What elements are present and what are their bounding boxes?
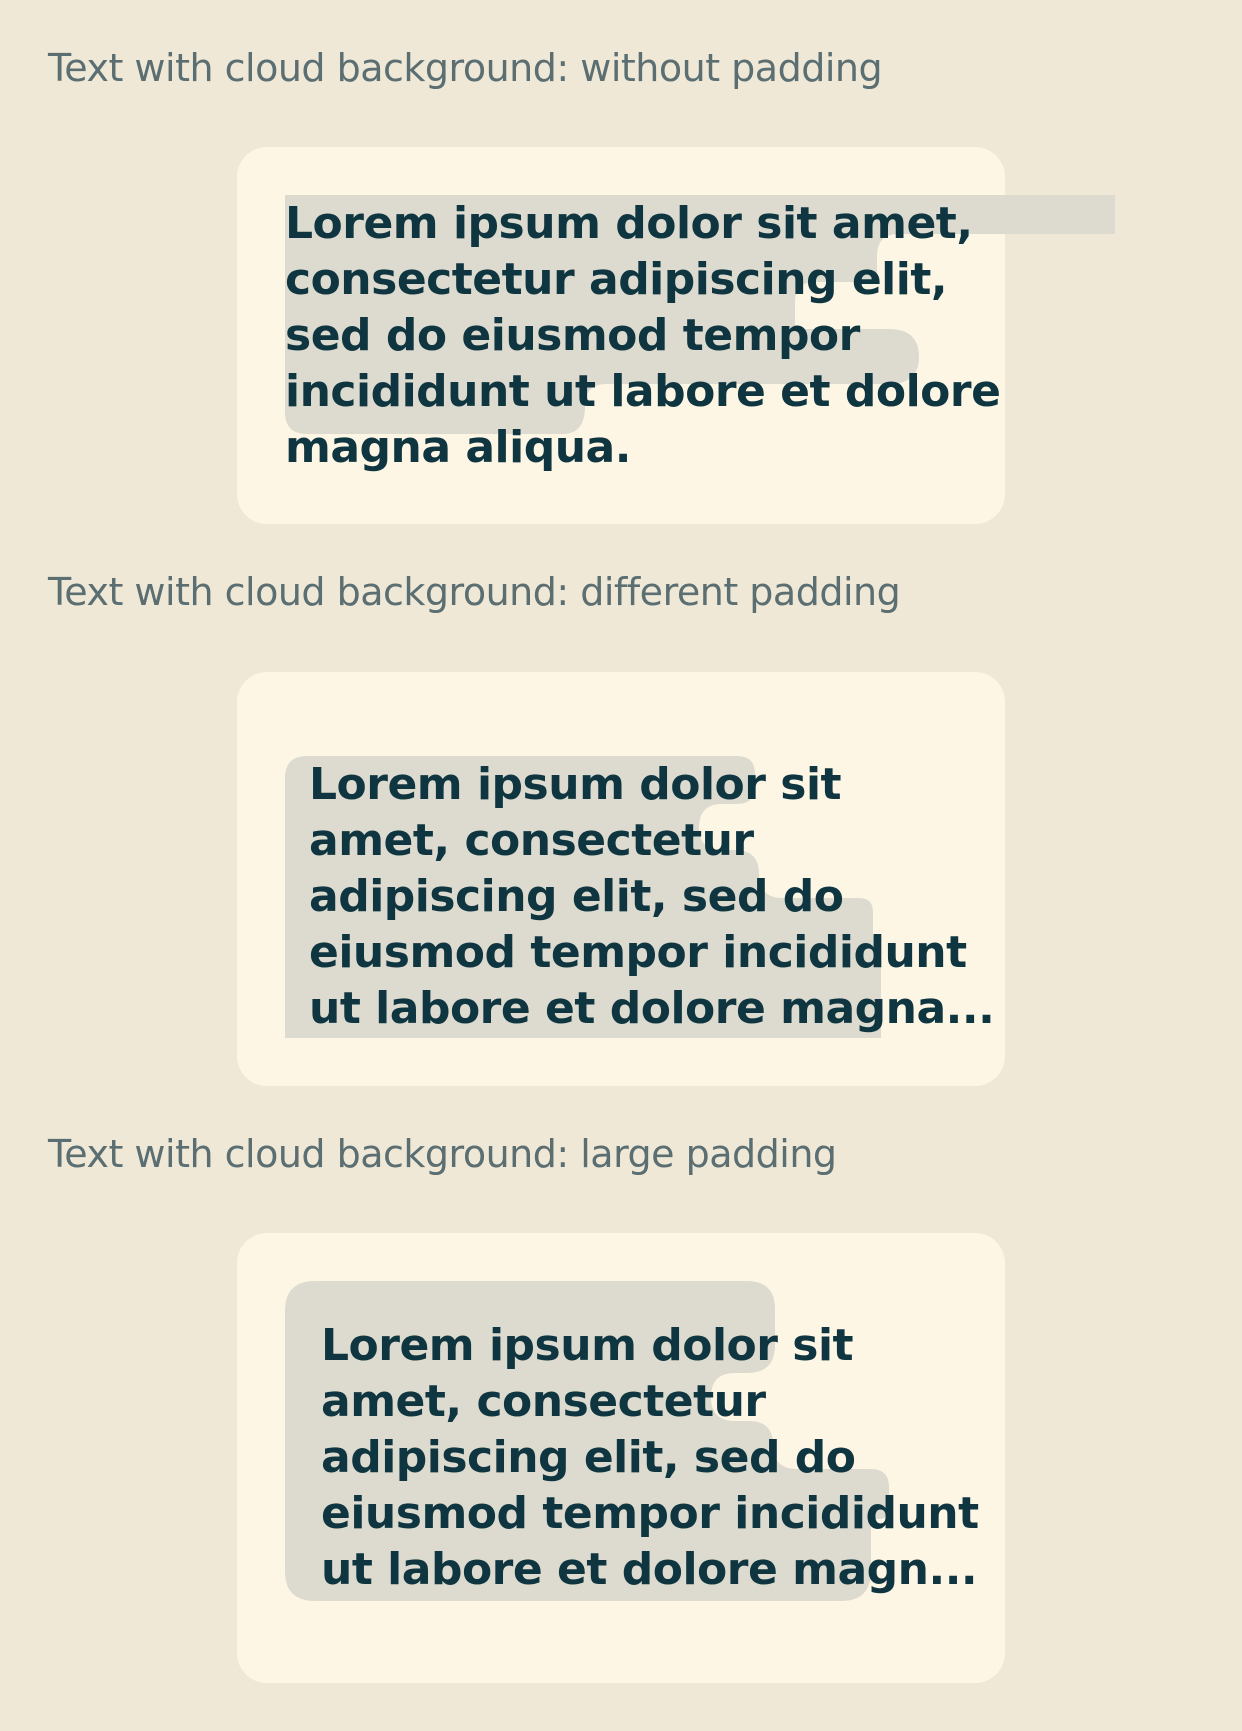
cloud-text-line: sed do eiusmod tempor <box>285 310 860 361</box>
cloud-text-line: amet, consectetur <box>321 1376 766 1427</box>
cloud-text-line: adipiscing elit, sed do <box>321 1432 856 1483</box>
cloud-text-line: magna aliqua. <box>285 422 631 473</box>
cloud-text-line: incididunt ut labore et dolore <box>285 366 1001 417</box>
cloud-text-line: ut labore et dolore magn... <box>321 1544 978 1595</box>
cloud-text-without-padding: Lorem ipsum dolor sit amet, consectetur … <box>285 196 1001 476</box>
cloud-text-line: eiusmod tempor incididunt <box>321 1488 979 1539</box>
cloud-text-line: Lorem ipsum dolor sit amet, <box>285 198 973 249</box>
cloud-text-line: Lorem ipsum dolor sit <box>321 1320 854 1371</box>
section-title-without-padding: Text with cloud background: without padd… <box>48 46 883 90</box>
cloud-text-line: adipiscing elit, sed do <box>309 871 844 922</box>
section-title-different-padding: Text with cloud background: different pa… <box>48 570 901 614</box>
cloud-text-line: Lorem ipsum dolor sit <box>309 759 842 810</box>
cloud-text-large-padding: Lorem ipsum dolor sit amet, consectetur … <box>321 1318 979 1598</box>
section-title-large-padding: Text with cloud background: large paddin… <box>48 1132 837 1176</box>
cloud-text-line: amet, consectetur <box>309 815 754 866</box>
cloud-text-line: ut labore et dolore magna... <box>309 983 995 1034</box>
cloud-text-line: eiusmod tempor incididunt <box>309 927 967 978</box>
cloud-text-different-padding: Lorem ipsum dolor sit amet, consectetur … <box>309 757 995 1037</box>
cloud-text-line: consectetur adipiscing elit, <box>285 254 948 305</box>
